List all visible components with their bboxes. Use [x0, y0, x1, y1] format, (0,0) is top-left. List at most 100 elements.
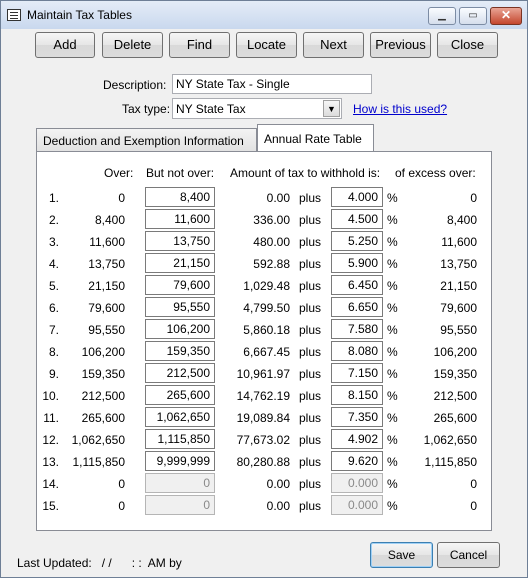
over-value: 159,350	[81, 367, 125, 381]
over-value: 21,150	[88, 279, 125, 293]
plus-label: plus	[299, 345, 322, 359]
plus-label: plus	[299, 433, 322, 447]
excess-over-value: 212,500	[433, 389, 477, 403]
not-over-field[interactable]: 159,350	[145, 341, 215, 361]
rate-field[interactable]: 5.250	[331, 231, 383, 251]
not-over-field[interactable]: 106,200	[145, 319, 215, 339]
rate-field[interactable]: 6.650	[331, 297, 383, 317]
over-value: 0	[118, 499, 125, 513]
not-over-field[interactable]: 13,750	[145, 231, 215, 251]
excess-over-value: 79,600	[440, 301, 477, 315]
rate-field[interactable]: 8.080	[331, 341, 383, 361]
not-over-field[interactable]: 21,150	[145, 253, 215, 273]
row-number: 10.	[42, 389, 59, 403]
plus-label: plus	[299, 301, 322, 315]
amount-value: 480.00	[253, 235, 290, 249]
over-value: 95,550	[88, 323, 125, 337]
chevron-down-icon[interactable]: ▼	[323, 100, 340, 117]
excess-over-value: 1,062,650	[423, 433, 477, 447]
locate-button[interactable]: Locate	[236, 32, 297, 58]
not-over-field[interactable]: 1,115,850	[145, 429, 215, 449]
rate-field[interactable]: 9.620	[331, 451, 383, 471]
tab-annual-rate-table[interactable]: Annual Rate Table	[257, 124, 374, 151]
next-button[interactable]: Next	[303, 32, 364, 58]
plus-label: plus	[299, 499, 322, 513]
over-value: 106,200	[81, 345, 125, 359]
rate-field[interactable]: 4.902	[331, 429, 383, 449]
delete-button[interactable]: Delete	[102, 32, 163, 58]
row-number: 15.	[42, 499, 59, 513]
header-but-not-over: But not over:	[146, 166, 215, 180]
rate-field[interactable]: 4.000	[331, 187, 383, 207]
amount-value: 4,799.50	[243, 301, 290, 315]
row-number: 8.	[48, 345, 59, 359]
plus-label: plus	[299, 389, 322, 403]
how-is-this-used-link[interactable]: How is this used?	[353, 102, 447, 116]
app-icon	[7, 9, 21, 21]
not-over-field[interactable]: 265,600	[145, 385, 215, 405]
percent-label: %	[387, 323, 398, 337]
not-over-field[interactable]: 8,400	[145, 187, 215, 207]
tax-type-select[interactable]: NY State Tax ▼	[172, 98, 342, 119]
excess-over-value: 0	[470, 191, 477, 205]
excess-over-value: 106,200	[433, 345, 477, 359]
percent-label: %	[387, 455, 398, 469]
percent-label: %	[387, 257, 398, 271]
rate-field[interactable]: 4.500	[331, 209, 383, 229]
not-over-field[interactable]: 1,062,650	[145, 407, 215, 427]
plus-label: plus	[299, 323, 322, 337]
rate-field[interactable]: 7.350	[331, 407, 383, 427]
minimize-icon[interactable]: ▁	[428, 7, 456, 25]
not-over-field[interactable]: 9,999,999	[145, 451, 215, 471]
amount-value: 14,762.19	[236, 389, 290, 403]
amount-value: 77,673.02	[236, 433, 290, 447]
maximize-icon[interactable]: ▭	[459, 7, 487, 25]
amount-value: 19,089.84	[236, 411, 290, 425]
tab-deduction-exemption[interactable]: Deduction and Exemption Information	[36, 128, 257, 152]
amount-value: 6,667.45	[243, 345, 290, 359]
percent-label: %	[387, 191, 398, 205]
excess-over-value: 265,600	[433, 411, 477, 425]
percent-label: %	[387, 411, 398, 425]
rate-field[interactable]: 7.150	[331, 363, 383, 383]
over-value: 265,600	[81, 411, 125, 425]
over-value: 1,062,650	[71, 433, 125, 447]
annual-rate-table-panel	[36, 151, 492, 531]
amount-value: 592.88	[253, 257, 290, 271]
save-button[interactable]: Save	[370, 542, 433, 568]
close-icon[interactable]: ✕	[490, 7, 522, 25]
row-number: 1.	[48, 191, 59, 205]
rate-field[interactable]: 8.150	[331, 385, 383, 405]
cancel-button[interactable]: Cancel	[437, 542, 500, 568]
rate-field[interactable]: 5.900	[331, 253, 383, 273]
over-value: 212,500	[81, 389, 125, 403]
not-over-field: 0	[145, 495, 215, 515]
not-over-field[interactable]: 95,550	[145, 297, 215, 317]
plus-label: plus	[299, 257, 322, 271]
not-over-field[interactable]: 212,500	[145, 363, 215, 383]
add-button[interactable]: Add	[35, 32, 95, 58]
excess-over-value: 95,550	[440, 323, 477, 337]
amount-value: 1,029.48	[243, 279, 290, 293]
not-over-field[interactable]: 11,600	[145, 209, 215, 229]
close-button[interactable]: Close	[437, 32, 498, 58]
excess-over-value: 21,150	[440, 279, 477, 293]
last-updated-text: Last Updated: / / : : AM by	[17, 556, 182, 570]
amount-value: 0.00	[266, 191, 290, 205]
rate-field[interactable]: 7.580	[331, 319, 383, 339]
description-field[interactable]: NY State Tax - Single	[172, 74, 372, 94]
excess-over-value: 1,115,850	[424, 455, 478, 469]
row-number: 7.	[48, 323, 59, 337]
excess-over-value: 8,400	[446, 213, 477, 227]
plus-label: plus	[299, 367, 322, 381]
rate-field[interactable]: 6.450	[331, 275, 383, 295]
not-over-field[interactable]: 79,600	[145, 275, 215, 295]
percent-label: %	[387, 345, 398, 359]
amount-value: 10,961.97	[236, 367, 290, 381]
over-value: 13,750	[88, 257, 125, 271]
plus-label: plus	[299, 455, 322, 469]
find-button[interactable]: Find	[169, 32, 230, 58]
previous-button[interactable]: Previous	[370, 32, 431, 58]
percent-label: %	[387, 499, 398, 513]
percent-label: %	[387, 433, 398, 447]
